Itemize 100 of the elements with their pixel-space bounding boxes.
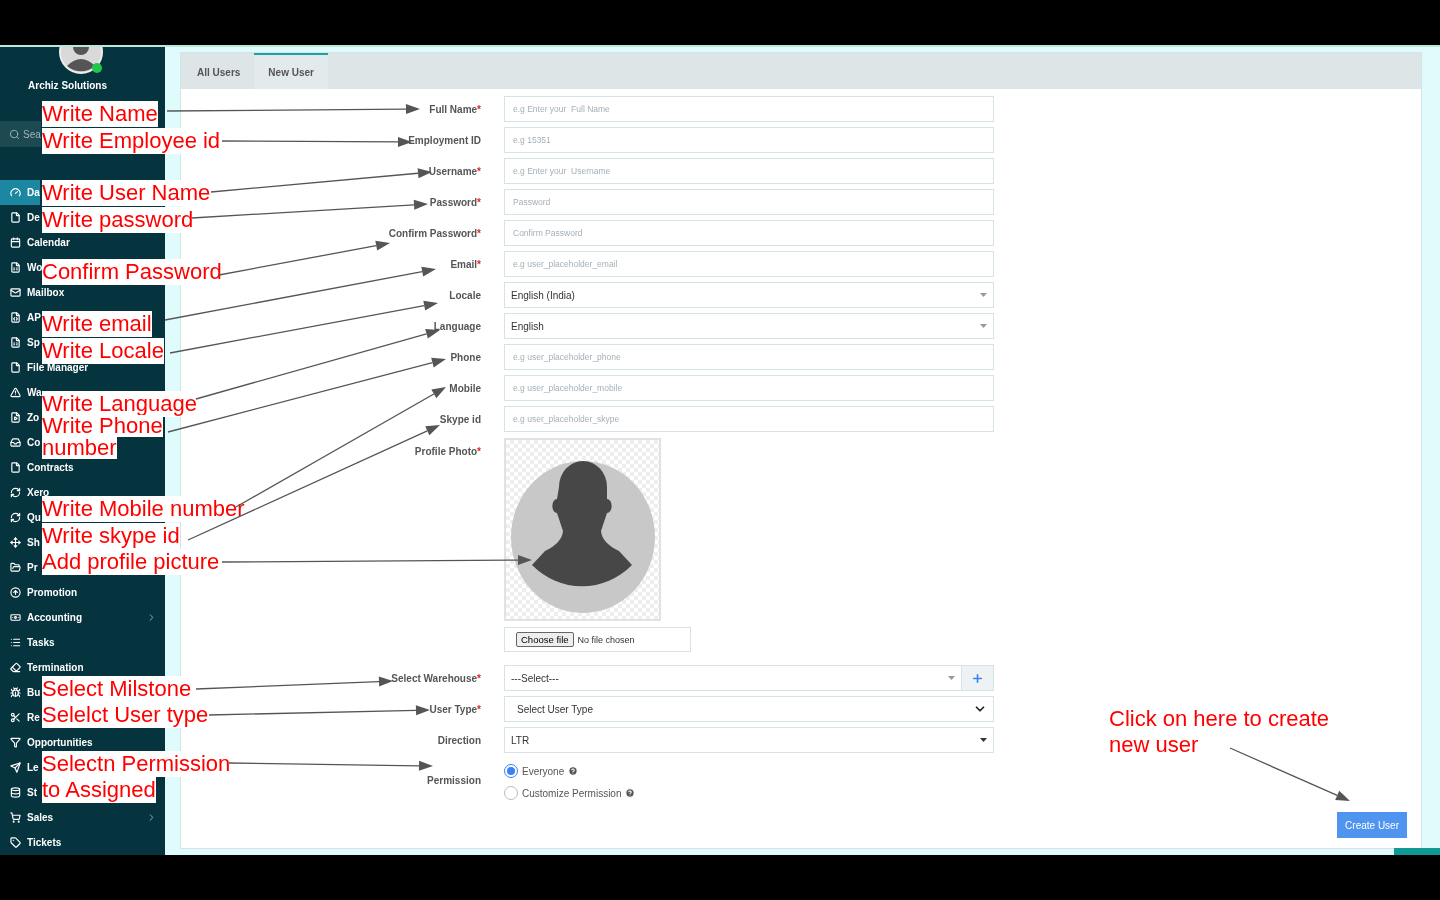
nav-item[interactable]: AP	[0, 309, 41, 326]
file-icon	[10, 212, 21, 223]
field-label: Locale	[449, 289, 481, 301]
select-field[interactable]: ---Select---	[504, 665, 962, 691]
text-field[interactable]: e.g user_placeholder_mobile	[504, 375, 994, 401]
nav-item[interactable]: Tasks	[0, 634, 55, 651]
gauge-icon	[10, 187, 21, 198]
field-label: Profile Photo*	[414, 446, 481, 457]
field-label: Full Name*	[429, 103, 481, 115]
search-field[interactable]: Sea	[0, 121, 41, 147]
arrow-up-circle-icon	[10, 587, 21, 598]
nav-item[interactable]: Tickets	[0, 834, 62, 851]
annotation-label: new user	[1109, 732, 1199, 758]
nav-item[interactable]: De	[0, 209, 40, 226]
spreadsheet-icon	[10, 262, 21, 273]
nav-item[interactable]: Contracts	[0, 459, 74, 476]
annotation-label: Write Locale	[42, 338, 164, 364]
file-status: No file chosen	[577, 634, 635, 645]
nav-item[interactable]: Calendar	[0, 234, 70, 251]
radio-label: Everyone	[522, 765, 565, 777]
calendar-icon	[10, 237, 21, 248]
nav-item[interactable]: Bu	[0, 684, 41, 701]
nav-item[interactable]: Opportunities	[0, 734, 93, 751]
annotation-label: Selelct User type	[42, 702, 209, 728]
file-icon	[10, 362, 21, 373]
select-field[interactable]: LTR	[504, 727, 994, 753]
banknote-icon	[10, 612, 21, 623]
nav-item[interactable]: Mailbox	[0, 284, 65, 301]
annotation-label: Confirm Password	[42, 259, 222, 285]
text-field[interactable]: e.g Enter your Full Name	[504, 96, 994, 122]
select-field[interactable]: Select User Type	[504, 696, 994, 722]
annotation-label: Add profile picture	[42, 549, 220, 575]
text-field[interactable]: e.g 15351	[504, 127, 994, 153]
text-field[interactable]: e.g Enter your Username	[504, 158, 994, 184]
annotation-label: Selectn Permission	[42, 751, 231, 777]
choose-file-button[interactable]: Choose file	[516, 632, 574, 647]
annotation-label: Click on here to create	[1109, 706, 1330, 732]
text-field[interactable]: e.g user_placeholder_email	[504, 251, 994, 277]
list-icon	[10, 637, 21, 648]
field-label: Username*	[428, 165, 481, 177]
nav-item[interactable]: Sh	[0, 534, 40, 551]
nav-item[interactable]: Accounting	[0, 609, 165, 626]
text-field[interactable]: e.g user_placeholder_skype	[504, 406, 994, 432]
field-label: Password*	[429, 196, 481, 208]
help-icon	[625, 788, 636, 798]
nav-item[interactable]: Sp	[0, 334, 40, 351]
field-label: Permission	[427, 774, 481, 786]
warning-icon	[10, 387, 21, 398]
nav-item[interactable]: Sales	[0, 809, 165, 826]
annotation-label: Write Mobile number	[42, 496, 245, 522]
nav-item[interactable]: Wa	[0, 384, 42, 401]
move-icon	[10, 537, 21, 548]
tab[interactable]: All Users	[183, 53, 255, 89]
nav-item[interactable]: Co	[0, 434, 41, 451]
nav-item[interactable]: Wo	[0, 259, 43, 276]
field-label: Phone	[450, 351, 481, 363]
company-name: Archiz Solutions	[28, 80, 108, 91]
nav-item[interactable]: Promotion	[0, 584, 77, 601]
nav-item[interactable]: Termination	[0, 659, 84, 676]
nav-item[interactable]: Re	[0, 709, 40, 726]
select-field[interactable]: English (India)	[504, 282, 994, 308]
file-input[interactable]: Choose file No file chosen	[504, 627, 691, 652]
file-icon	[10, 462, 21, 473]
nav-item[interactable]: Zo	[0, 409, 40, 426]
caret-icon	[980, 324, 987, 328]
nav-item[interactable]: Da	[0, 180, 40, 205]
select-field[interactable]: English	[504, 313, 994, 339]
annotation-label: to Assigned	[42, 777, 156, 803]
annotation-label: Write Employee id	[42, 128, 221, 154]
add-button[interactable]	[962, 665, 994, 691]
annotation-label: Write password	[42, 207, 194, 233]
mail-icon	[10, 287, 21, 298]
field-label: Direction	[437, 734, 481, 746]
eraser-icon	[10, 662, 21, 673]
refresh-icon	[10, 487, 21, 498]
search-icon	[9, 128, 20, 140]
field-label: Employment ID	[408, 134, 481, 146]
field-label: Select Warehouse*	[391, 672, 481, 684]
tab[interactable]: New User	[254, 53, 328, 89]
tag-icon	[10, 837, 21, 848]
annotation-label: number	[42, 437, 117, 459]
nav-item[interactable]: Qu	[0, 509, 41, 526]
field-label: Skype id	[439, 413, 481, 425]
plus-icon	[971, 671, 984, 685]
annotation-label: Select Milstone	[42, 676, 192, 702]
nav-item[interactable]: Pr	[0, 559, 38, 576]
folder-icon	[10, 562, 21, 573]
text-field[interactable]: Password	[504, 189, 994, 215]
caret-icon	[980, 738, 987, 742]
field-label: Language	[433, 320, 481, 332]
text-field[interactable]: Confirm Password	[504, 220, 994, 246]
nav-item[interactable]: Le	[0, 759, 39, 776]
annotation-label: Write Phone	[42, 415, 163, 437]
text-field[interactable]: e.g user_placeholder_phone	[504, 344, 994, 370]
bug-icon	[10, 687, 21, 698]
send-icon	[10, 762, 21, 773]
file-code-icon	[10, 312, 21, 323]
file-video-icon	[10, 412, 21, 423]
refresh-icon	[10, 512, 21, 523]
nav-item[interactable]: St	[0, 784, 37, 801]
